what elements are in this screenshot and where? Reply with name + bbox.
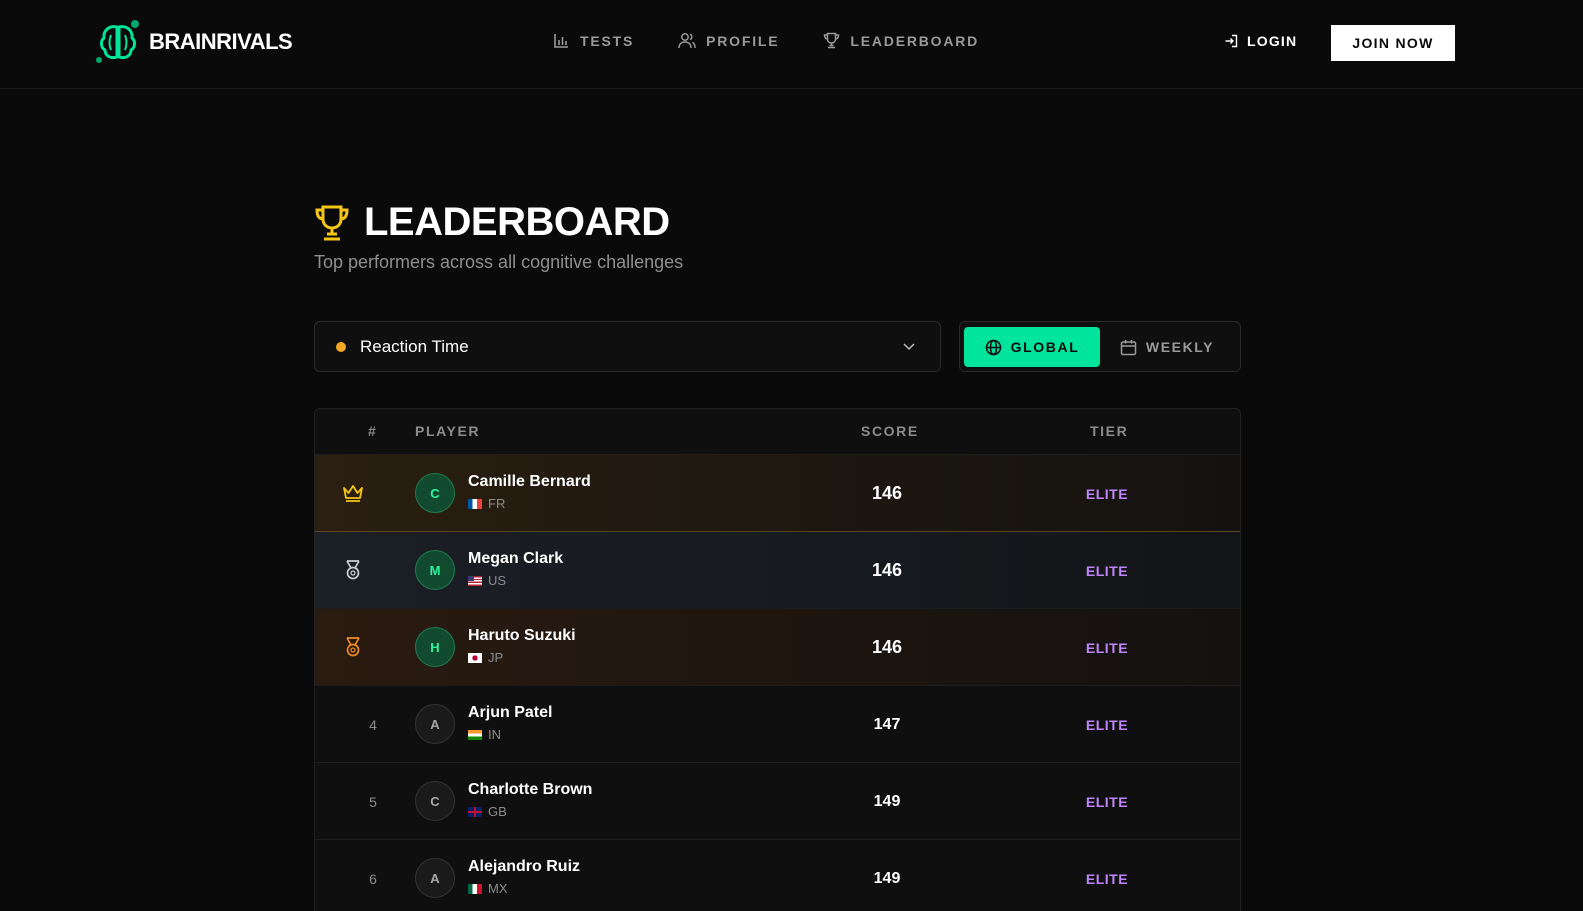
login-icon [1225,34,1238,48]
table-header: # PLAYER SCORE TIER [315,409,1240,455]
weekly-toggle-button[interactable]: WEEKLY [1112,327,1222,367]
player-country: FR [468,496,505,511]
player-country: IN [468,727,501,742]
main-nav: TESTS PROFILE LEADERBOARD [553,32,979,49]
player-name: Megan Clark [468,550,564,567]
leaderboard-table: # PLAYER SCORE TIER C Camille Bernard FR… [314,408,1241,911]
trophy-icon [824,32,840,49]
player-name: Alejandro Ruiz [468,858,581,875]
player-score: 146 [871,560,903,580]
nav-profile[interactable]: PROFILE [678,32,779,49]
avatar: M [415,550,455,590]
avatar: H [415,627,455,667]
nav-tests-label: TESTS [580,32,635,49]
player-score: 147 [873,716,901,733]
top-header: BRAINRIVALS TESTS PROFILE LEADERBOARD LO… [0,0,1583,89]
header-rank: # [368,423,378,439]
chevron-down-icon [903,343,915,351]
country-code: US [488,573,507,588]
header-player: PLAYER [415,423,481,439]
table-row[interactable]: M Megan Clark US 146 ELITE [315,532,1240,609]
header-score: SCORE [861,423,919,439]
users-icon [678,33,696,49]
flag-jp-icon [468,652,482,663]
player-name: Charlotte Brown [468,781,593,798]
tier-badge: ELITE [1085,871,1129,887]
player-score: 149 [873,793,901,810]
player-country: MX [468,881,508,896]
brand-logo[interactable]: BRAINRIVALS [95,20,293,64]
country-code: MX [488,881,508,896]
flag-mx-icon [468,883,482,894]
flag-us-icon [468,575,482,586]
global-label: GLOBAL [1010,339,1080,355]
crown-icon [343,485,363,502]
player-name: Arjun Patel [468,704,553,721]
test-type-value: Reaction Time [360,336,469,356]
brand-name: BRAINRIVALS [149,29,293,54]
player-country: JP [468,650,503,665]
tier-badge: ELITE [1085,563,1129,579]
nav-profile-label: PROFILE [706,32,780,49]
rank-number: 4 [369,717,377,733]
country-code: IN [488,727,501,742]
player-country: GB [468,804,507,819]
table-row[interactable]: C Camille Bernard FR 146 ELITE [315,455,1240,532]
page-subtitle: Top performers across all cognitive chal… [314,252,684,272]
flag-in-icon [468,729,482,740]
flag-fr-icon [468,498,482,509]
tier-badge: ELITE [1085,794,1129,810]
player-name: Camille Bernard [468,473,591,490]
player-country: US [468,573,506,588]
country-code: FR [488,496,506,511]
player-score: 146 [871,483,903,503]
country-code: GB [488,804,507,819]
avatar: C [415,473,455,513]
avatar: C [415,781,455,821]
rank-number: 6 [369,871,377,887]
country-code: JP [488,650,504,665]
tier-badge: ELITE [1085,486,1129,502]
global-toggle-button[interactable]: GLOBAL [964,327,1100,367]
flag-gb-icon [468,806,482,817]
test-color-dot [336,341,346,352]
header-tier: TIER [1090,423,1129,439]
test-type-select[interactable]: Reaction Time [314,321,941,372]
avatar: A [415,704,455,744]
player-name: Haruto Suzuki [468,627,576,644]
calendar-icon [1120,339,1137,355]
nav-leaderboard[interactable]: LEADERBOARD [823,32,979,49]
bar-chart-icon [554,34,568,48]
player-score: 149 [873,870,901,887]
scope-toggle: GLOBAL WEEKLY [959,321,1241,372]
table-row[interactable]: 6 A Alejandro Ruiz MX 149 ELITE [315,840,1240,911]
login-label: LOGIN [1247,33,1298,49]
join-now-button[interactable]: JOIN NOW [1331,25,1455,61]
tier-badge: ELITE [1085,640,1129,656]
login-link[interactable]: LOGIN [1224,33,1297,49]
trophy-icon [315,205,349,240]
table-row[interactable]: 4 A Arjun Patel IN 147 ELITE [315,686,1240,763]
weekly-label: WEEKLY [1145,339,1215,355]
nav-leaderboard-label: LEADERBOARD [850,32,980,49]
table-row[interactable]: H Haruto Suzuki JP 146 ELITE [315,609,1240,686]
player-score: 146 [871,637,903,657]
silver-medal-icon [346,560,360,580]
nav-tests[interactable]: TESTS [553,32,634,49]
rank-number: 5 [369,794,377,810]
bronze-medal-icon [346,637,360,657]
brain-icon [95,20,141,64]
page-title: LEADERBOARD [364,200,670,244]
page-title-row: LEADERBOARD [314,200,670,245]
table-row[interactable]: 5 C Charlotte Brown GB 149 ELITE [315,763,1240,840]
tier-badge: ELITE [1085,717,1129,733]
globe-icon [985,339,1001,355]
avatar: A [415,858,455,898]
